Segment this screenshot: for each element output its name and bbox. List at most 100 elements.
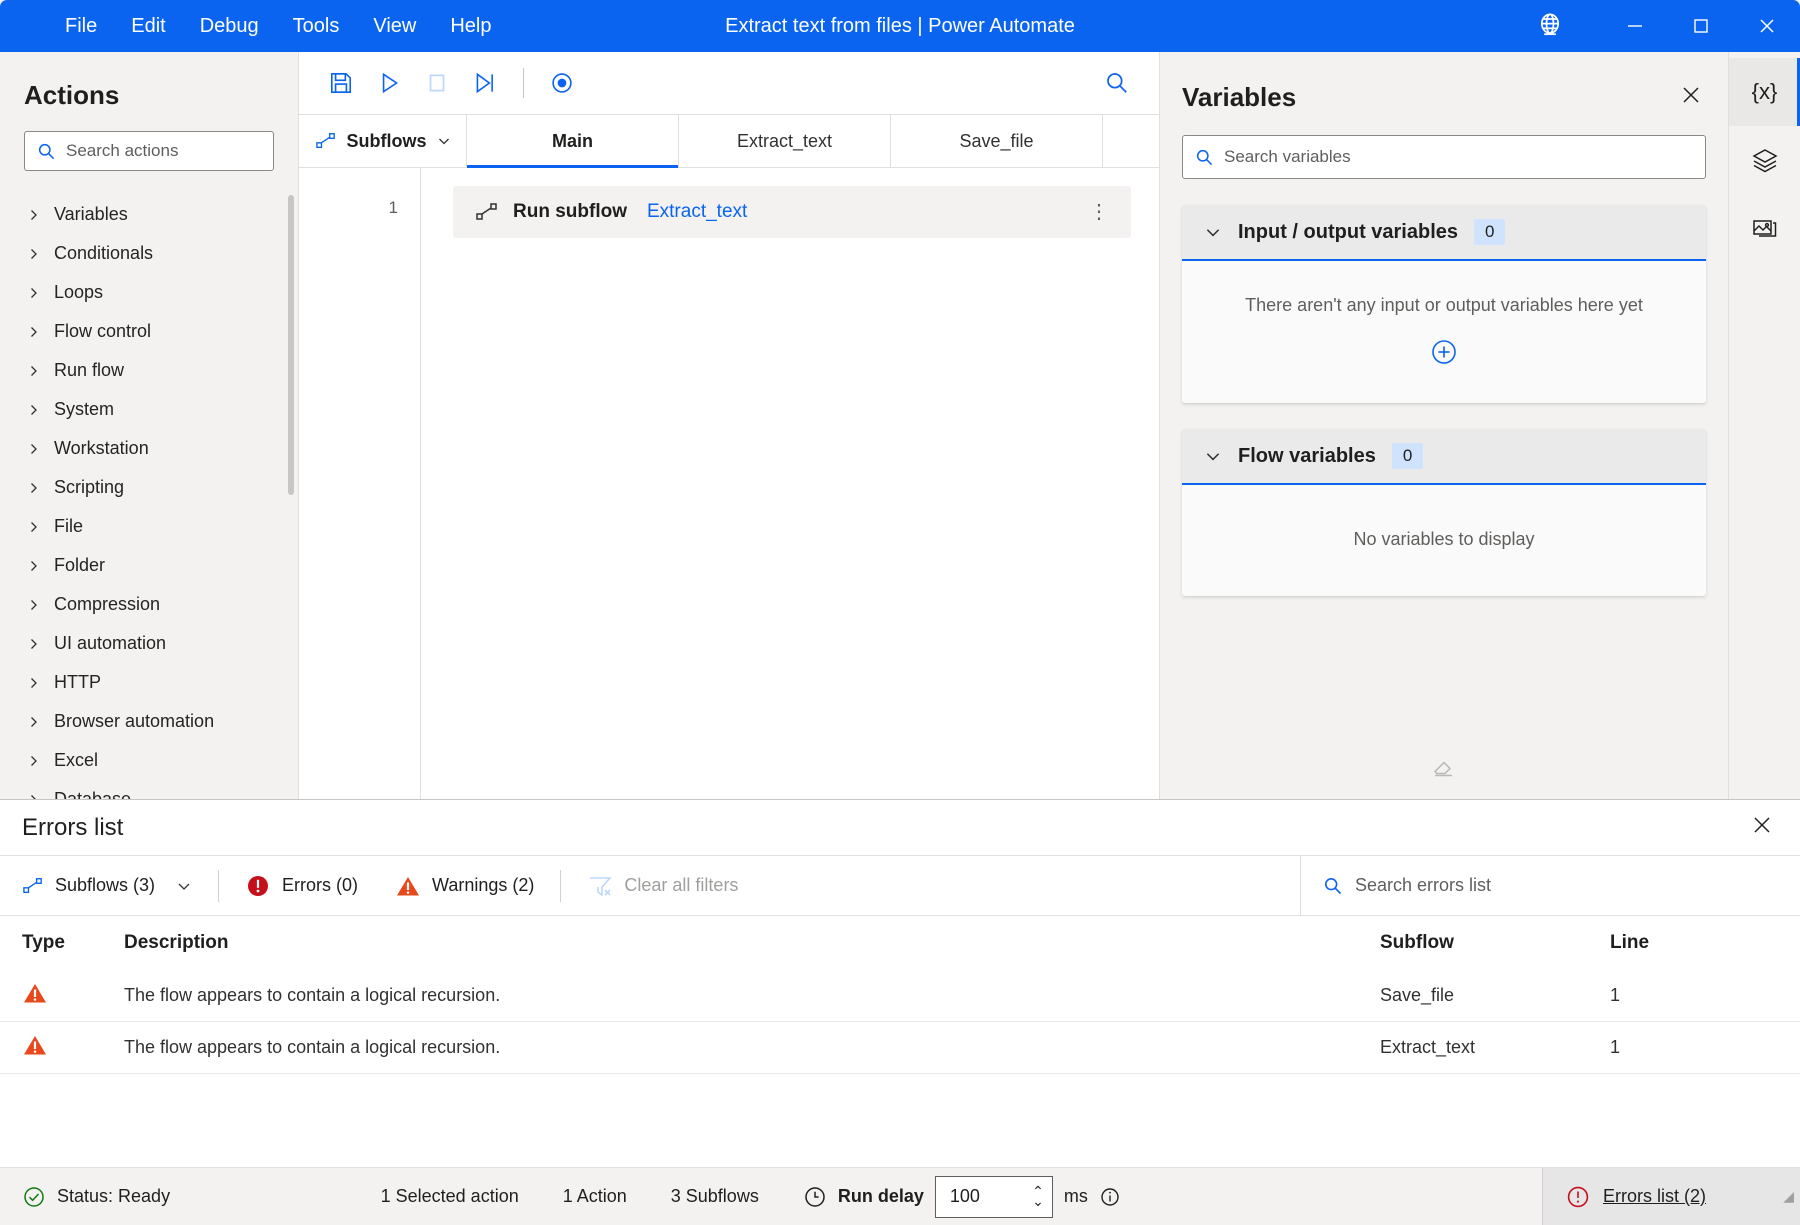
action-group-compression[interactable]: Compression — [0, 585, 298, 624]
menu-help[interactable]: Help — [433, 7, 508, 45]
warning-icon — [24, 1036, 46, 1055]
table-row[interactable]: The flow appears to contain a logical re… — [0, 970, 1800, 1022]
run-button[interactable] — [365, 61, 413, 105]
row-subflow: Extract_text — [1380, 1037, 1476, 1057]
layers-icon — [1751, 149, 1778, 173]
action-group-label: UI automation — [54, 633, 167, 654]
action-group-label: HTTP — [54, 672, 101, 693]
run-delay-stepper[interactable]: ⌃ ⌄ — [1032, 1184, 1044, 1208]
maximize-button[interactable] — [1668, 0, 1734, 52]
action-group-browser-automation[interactable]: Browser automation — [0, 702, 298, 741]
action-group-database[interactable]: Database — [0, 780, 298, 799]
rail-button-variables[interactable]: {x} — [1729, 58, 1800, 126]
run-delay-value: 100 — [949, 1186, 980, 1206]
menu-tools[interactable]: Tools — [276, 7, 357, 45]
plus-circle-icon — [1432, 340, 1456, 364]
action-group-label: Flow control — [54, 321, 152, 342]
action-group-scripting[interactable]: Scripting — [0, 468, 298, 507]
filter-errors[interactable]: Errors (0) — [245, 873, 358, 899]
stepper-down-icon[interactable]: ⌄ — [1032, 1194, 1044, 1208]
info-icon[interactable] — [1099, 1186, 1121, 1208]
recorder-button[interactable] — [538, 61, 586, 105]
close-variables-pane-button[interactable] — [1674, 78, 1708, 117]
clear-all-filters-button[interactable]: Clear all filters — [587, 874, 738, 898]
search-errors-input[interactable]: Search errors list — [1300, 856, 1800, 915]
run-delay-input[interactable]: 100 ⌃ ⌄ — [934, 1175, 1053, 1218]
tab-save-file[interactable]: Save_file — [891, 115, 1103, 167]
chevron-down-icon — [1206, 229, 1220, 237]
rail-button-ui-elements[interactable] — [1729, 126, 1800, 194]
action-group-folder[interactable]: Folder — [0, 546, 298, 585]
filters-divider — [560, 869, 562, 902]
action-group-run-flow[interactable]: Run flow — [0, 351, 298, 390]
action-group-ui-automation[interactable]: UI automation — [0, 624, 298, 663]
close-button[interactable] — [1734, 0, 1800, 52]
action-group-label: Run flow — [54, 360, 125, 381]
menu-file[interactable]: File — [48, 7, 114, 45]
search-actions-placeholder: Search actions — [66, 141, 179, 161]
section-count-badge: 0 — [1474, 219, 1506, 245]
subflow-icon — [315, 133, 335, 149]
play-icon — [382, 72, 399, 93]
subflows-count: 3 Subflows — [670, 1186, 759, 1206]
close-icon — [1683, 87, 1699, 103]
save-button[interactable] — [317, 61, 365, 105]
resize-grip-icon[interactable]: ◢ — [1783, 1188, 1794, 1205]
search-actions-input[interactable]: Search actions — [24, 131, 274, 172]
variables-title: Variables — [1182, 82, 1297, 112]
tab-main[interactable]: Main — [467, 115, 679, 168]
designer-search-button[interactable] — [1093, 61, 1141, 105]
table-row[interactable]: The flow appears to contain a logical re… — [0, 1022, 1800, 1074]
action-group-variables[interactable]: Variables — [0, 195, 298, 234]
run-next-action-button[interactable] — [461, 61, 509, 105]
close-errors-list-button[interactable] — [1744, 807, 1780, 848]
chevron-right-icon — [31, 794, 37, 799]
action-group-label: Scripting — [54, 477, 125, 498]
action-group-system[interactable]: System — [0, 390, 298, 429]
input-output-variables-header[interactable]: Input / output variables 0 — [1182, 205, 1706, 261]
action-group-loops[interactable]: Loops — [0, 273, 298, 312]
chevron-right-icon — [31, 287, 37, 298]
actions-count: 1 Action — [562, 1186, 627, 1206]
action-group-http[interactable]: HTTP — [0, 663, 298, 702]
filter-subflows-label: Subflows (3) — [55, 875, 156, 895]
close-icon — [1754, 817, 1770, 833]
action-group-workstation[interactable]: Workstation — [0, 429, 298, 468]
row-subflow: Save_file — [1380, 985, 1455, 1005]
errors-list-status-button[interactable]: Errors list (2) ◢ — [1541, 1168, 1800, 1225]
filter-subflows[interactable]: Subflows (3) — [22, 875, 192, 896]
flow-step-run-subflow[interactable]: Run subflow Extract_text ⋮ — [453, 186, 1131, 238]
chevron-right-icon — [31, 560, 37, 571]
action-group-file[interactable]: File — [0, 507, 298, 546]
variables-pane-header: Variables — [1160, 52, 1728, 135]
step-more-menu-icon[interactable]: ⋮ — [1083, 198, 1115, 226]
flow-variables-header[interactable]: Flow variables 0 — [1182, 429, 1706, 485]
rail-button-images[interactable] — [1729, 194, 1800, 262]
actions-scrollbar[interactable] — [288, 195, 294, 496]
error-circle-icon — [1567, 1186, 1589, 1207]
action-group-conditionals[interactable]: Conditionals — [0, 234, 298, 273]
step-argument[interactable]: Extract_text — [647, 201, 747, 223]
clear-variables-icon[interactable] — [1431, 754, 1457, 785]
globe-icon — [1540, 13, 1560, 36]
action-group-flow-control[interactable]: Flow control — [0, 312, 298, 351]
search-variables-input[interactable]: Search variables — [1182, 135, 1706, 179]
subflows-dropdown[interactable]: Subflows — [299, 115, 467, 167]
action-group-excel[interactable]: Excel — [0, 741, 298, 780]
search-errors-placeholder: Search errors list — [1355, 875, 1492, 895]
row-type — [0, 1033, 124, 1062]
filter-warnings[interactable]: Warnings (2) — [395, 874, 534, 898]
account-chip[interactable] — [1536, 12, 1574, 40]
errors-list-status-label: Errors list (2) — [1602, 1186, 1706, 1206]
chevron-right-icon — [31, 209, 37, 220]
add-input-output-variable-button[interactable] — [1428, 336, 1460, 368]
menu-debug[interactable]: Debug — [183, 7, 276, 45]
action-group-label: Loops — [54, 282, 104, 303]
input-output-variables-section: Input / output variables 0 There aren't … — [1182, 205, 1706, 403]
stop-button[interactable] — [413, 61, 461, 105]
menu-view[interactable]: View — [356, 7, 433, 45]
menu-edit[interactable]: Edit — [114, 7, 182, 45]
action-group-label: Workstation — [54, 438, 149, 459]
tab-extract-text[interactable]: Extract_text — [679, 115, 891, 167]
minimize-button[interactable] — [1602, 0, 1668, 52]
